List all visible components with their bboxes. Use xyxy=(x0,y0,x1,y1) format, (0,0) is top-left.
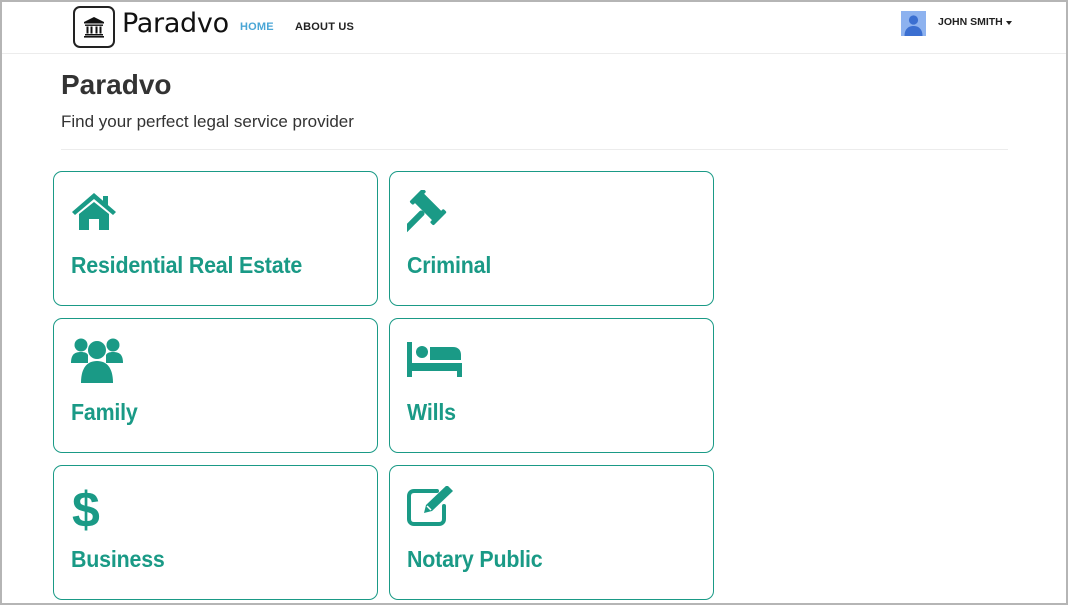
navbar: Paradvo HOME ABOUT US JOHN SMITH xyxy=(2,2,1066,54)
category-card-family[interactable]: Family xyxy=(53,318,378,453)
edit-icon xyxy=(407,485,459,529)
header-divider xyxy=(61,149,1008,150)
page-subtitle: Find your perfect legal service provider xyxy=(61,112,354,131)
nav-home-link[interactable]: HOME xyxy=(240,21,274,33)
category-card-criminal[interactable]: Criminal xyxy=(389,171,714,306)
category-card-residential-real-estate[interactable]: Residential Real Estate xyxy=(53,171,378,306)
avatar[interactable] xyxy=(901,11,926,36)
app-window: Paradvo HOME ABOUT US JOHN SMITH Paradvo… xyxy=(0,0,1068,605)
user-menu-toggle[interactable]: JOHN SMITH xyxy=(938,16,1012,28)
page-title: Paradvo xyxy=(61,69,172,100)
category-card-wills[interactable]: Wills xyxy=(389,318,714,453)
bank-icon xyxy=(84,17,104,38)
bed-icon xyxy=(407,338,462,382)
user-avatar-icon xyxy=(904,15,923,36)
category-label: Criminal xyxy=(407,252,492,278)
category-card-notary-public[interactable]: Notary Public xyxy=(389,465,714,600)
user-name: JOHN SMITH xyxy=(938,16,1003,28)
brand-name[interactable]: Paradvo xyxy=(122,8,229,39)
category-label: Business xyxy=(71,546,165,572)
category-label: Family xyxy=(71,399,138,425)
home-icon xyxy=(71,191,123,235)
caret-down-icon xyxy=(1005,20,1012,25)
svg-text:$: $ xyxy=(72,483,100,533)
dollar-icon: $ xyxy=(71,483,123,533)
category-label: Residential Real Estate xyxy=(71,252,303,278)
gavel-icon xyxy=(407,190,459,235)
category-label: Wills xyxy=(407,399,456,425)
brand-logo[interactable] xyxy=(73,6,115,48)
category-card-business[interactable]: $ Business xyxy=(53,465,378,600)
users-icon xyxy=(71,338,123,383)
nav-about-link[interactable]: ABOUT US xyxy=(295,21,354,33)
category-label: Notary Public xyxy=(407,546,543,572)
